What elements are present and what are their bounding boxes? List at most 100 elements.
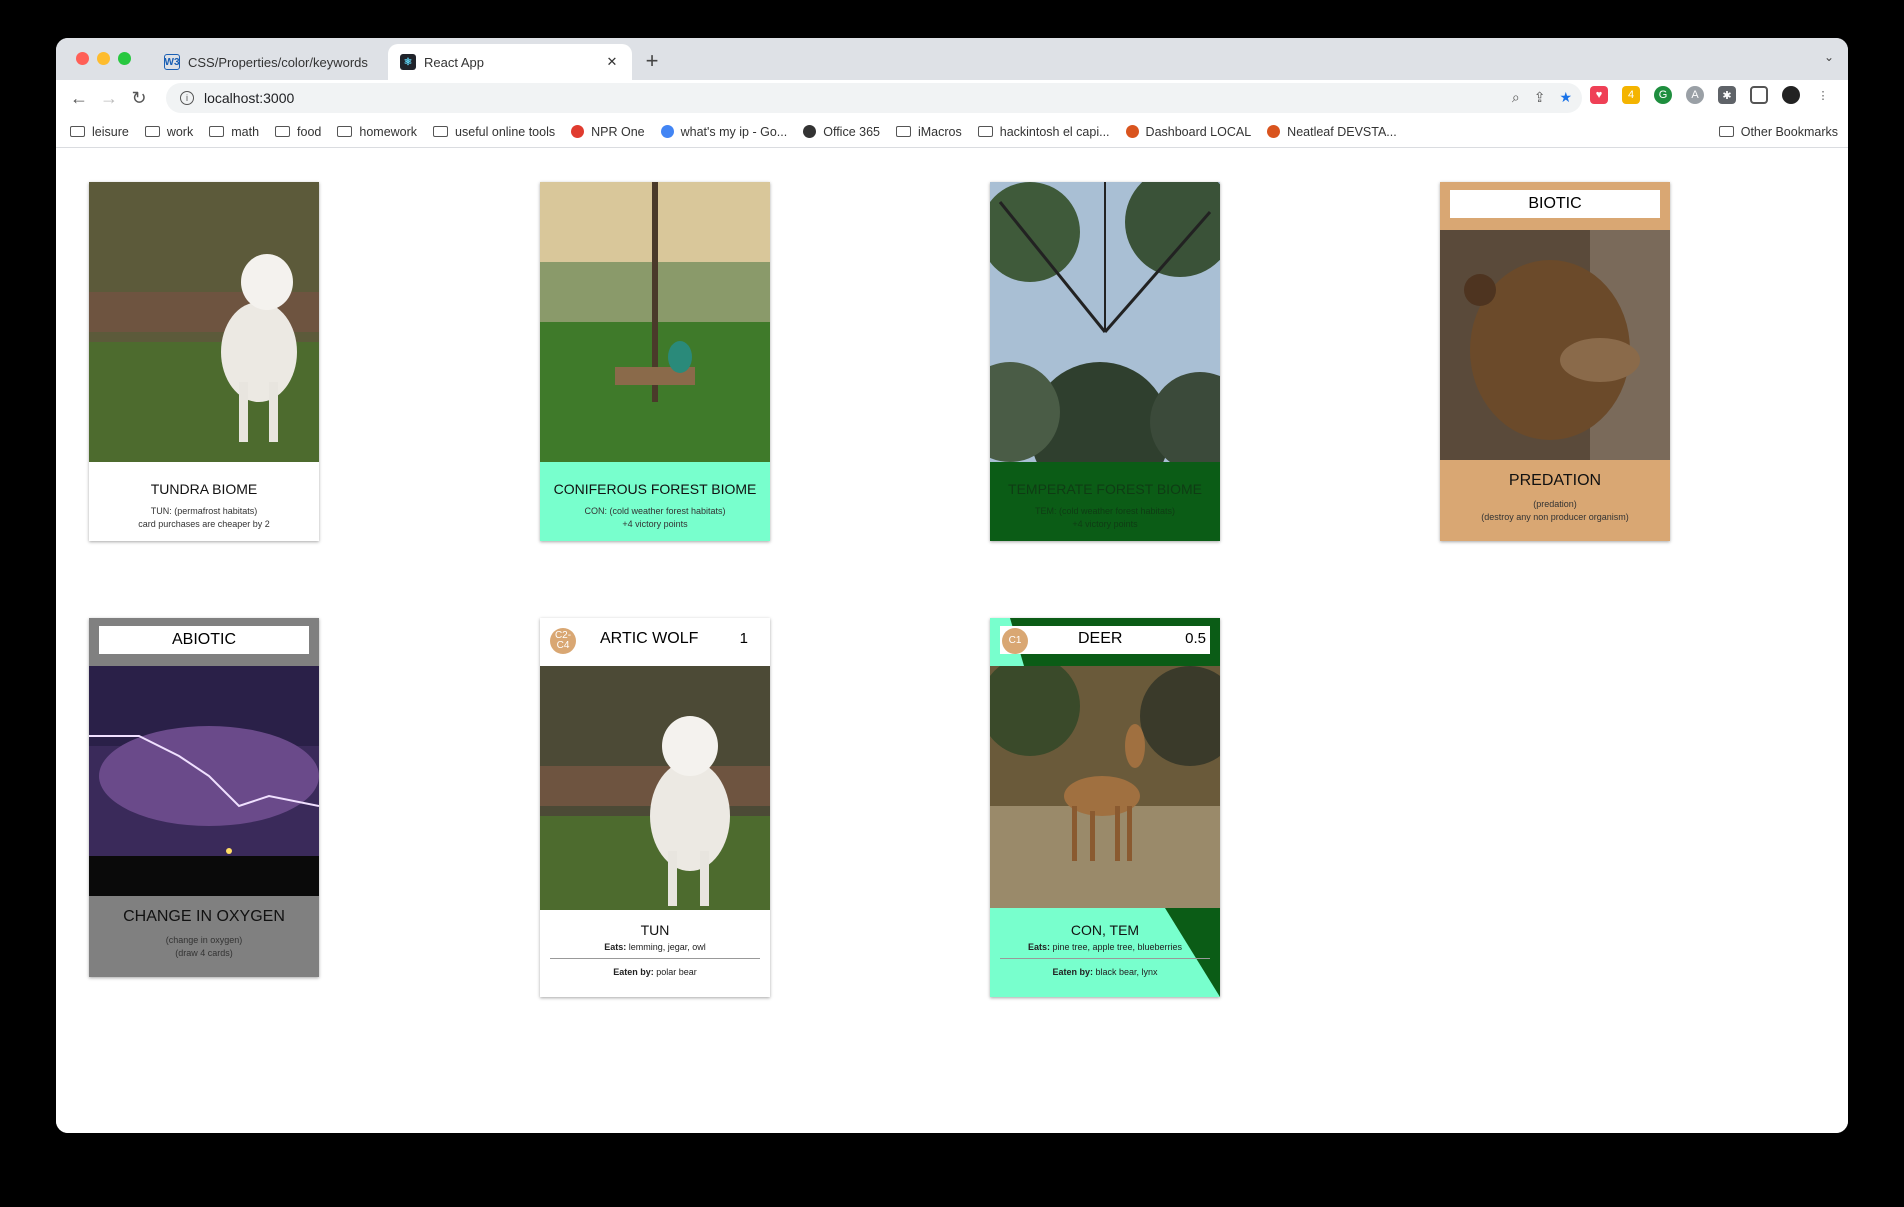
npr-icon <box>571 125 585 138</box>
bookmark-label: work <box>166 124 194 139</box>
folder-icon <box>1718 126 1734 137</box>
browser-window: W3 CSS/Properties/color/keywords ✕ ⚛ Rea… <box>56 38 1848 1133</box>
avatar[interactable] <box>1782 86 1800 104</box>
victory-points: 1 <box>739 630 748 647</box>
card-body: PREDATION (predation) (destroy any non p… <box>1440 472 1670 524</box>
tree-canopy-image <box>990 182 1220 502</box>
card-deer[interactable]: C1 DEER 0.5 CON, TEM Eats: pine tree, ap… <box>990 618 1220 997</box>
site-info-icon[interactable]: i <box>180 91 194 105</box>
react-icon: ⚛ <box>400 54 416 70</box>
bear-image <box>1440 230 1670 460</box>
bookmark-item[interactable]: food <box>275 125 321 139</box>
puzzle-icon[interactable]: ✱ <box>1718 86 1736 104</box>
card-title: CHANGE IN OXYGEN <box>123 908 285 925</box>
folder-icon <box>70 126 85 137</box>
card-tundra-biome[interactable]: TUNDRA BIOME TUN: (permafrost habitats) … <box>89 182 319 541</box>
bookmark-item[interactable]: Dashboard LOCAL <box>1125 124 1252 139</box>
card-title: TEMPERATE FOREST BIOME <box>1008 481 1202 497</box>
folder-icon <box>977 126 993 137</box>
bookmark-label: hackintosh el capi... <box>999 124 1110 139</box>
victory-points: 0.5 <box>1185 630 1206 647</box>
google-icon <box>660 125 674 138</box>
organism-name: DEER <box>1078 630 1123 647</box>
bookmark-label: iMacros <box>917 124 962 139</box>
card-body: TUN Eats: lemming, jegar, owl Eaten by: … <box>540 922 770 977</box>
cost-badge: C2-C4 <box>550 628 576 654</box>
bookmark-item[interactable]: homework <box>337 125 417 139</box>
eaten-by-value: polar bear <box>656 967 697 977</box>
bookmark-label: Neatleaf DEVSTA... <box>1287 124 1397 139</box>
bookmark-label: Office 365 <box>823 124 880 139</box>
card-title: CONIFEROUS FOREST BIOME <box>553 481 757 497</box>
card-description: (change in oxygen) (draw 4 cards) <box>89 934 319 960</box>
eats-value: pine tree, apple tree, blueberries <box>1052 942 1183 952</box>
card-temperate-forest-biome[interactable]: TEMPERATE FOREST BIOME TEM: (cold weathe… <box>990 182 1220 541</box>
pocket-icon[interactable]: ♥ <box>1590 86 1608 104</box>
forward-arrow-icon[interactable]: → <box>94 88 124 109</box>
bookmark-label: useful online tools <box>455 124 556 139</box>
folder-icon <box>337 126 353 137</box>
url-text: localhost:3000 <box>204 90 295 106</box>
minimize-window-button[interactable] <box>97 52 110 65</box>
habitat-label: CON, TEM <box>1070 922 1140 938</box>
sidebar-icon[interactable] <box>1750 86 1768 104</box>
bookmark-item[interactable]: Office 365 <box>803 125 880 139</box>
wolf-image <box>540 666 770 910</box>
back-arrow-icon[interactable]: ← <box>64 88 94 109</box>
folder-icon <box>275 126 291 137</box>
close-window-button[interactable] <box>76 52 89 65</box>
grammarly-icon[interactable]: G <box>1654 86 1672 104</box>
bookmark-label: math <box>231 124 260 139</box>
card-line-2: +4 victory points <box>622 519 688 529</box>
bookmark-item[interactable]: hackintosh el capi... <box>977 124 1110 139</box>
zoom-window-button[interactable] <box>118 52 131 65</box>
bookmark-item[interactable]: useful online tools <box>433 125 555 139</box>
card-change-in-oxygen[interactable]: ABIOTIC CHANGE IN OXYGEN (change in oxyg… <box>89 618 319 977</box>
card-body: CON, TEM Eats: pine tree, apple tree, bl… <box>990 922 1220 977</box>
bookmark-item[interactable]: math <box>209 125 259 139</box>
extension-badge-icon[interactable]: 4 <box>1622 86 1640 104</box>
bookmark-item[interactable]: what's my ip - Go... <box>660 125 787 139</box>
forest-valley-image <box>540 182 770 462</box>
folder-icon <box>209 126 225 137</box>
bookmark-star-icon[interactable]: ★ <box>1559 89 1572 106</box>
new-tab-button[interactable]: + <box>640 48 664 74</box>
bookmark-label: Dashboard LOCAL <box>1145 124 1252 139</box>
address-bar[interactable]: i localhost:3000 ⌕ ⇪ ★ <box>166 83 1582 113</box>
bookmark-label: leisure <box>92 124 129 139</box>
eaten-by-label: Eaten by: <box>1052 967 1093 977</box>
card-coniferous-forest-biome[interactable]: CONIFEROUS FOREST BIOME CON: (cold weath… <box>540 182 770 541</box>
card-title: PREDATION <box>1508 472 1602 489</box>
reload-icon[interactable]: ↻ <box>124 88 154 109</box>
card-line-1: (predation) <box>1533 499 1577 509</box>
card-predation[interactable]: BIOTIC PREDATION (predation) (destroy an… <box>1440 182 1670 541</box>
card-title: TUNDRA BIOME <box>150 481 258 497</box>
bookmark-item[interactable]: work <box>144 124 194 139</box>
more-menu-icon[interactable]: ⋮ <box>1814 86 1832 104</box>
overleaf-icon <box>1125 125 1139 138</box>
bookmark-item[interactable]: iMacros <box>895 124 962 139</box>
bookmark-item[interactable]: leisure <box>70 125 129 139</box>
adblock-icon[interactable]: A <box>1686 86 1704 104</box>
tab-search-chevron-icon[interactable]: ⌄ <box>1824 50 1834 64</box>
tab-react-app[interactable]: ⚛ React App ✕ <box>388 44 632 80</box>
card-description: TUN: (permafrost habitats) card purchase… <box>89 505 319 531</box>
overleaf-icon <box>1267 125 1281 138</box>
bookmark-item[interactable]: Neatleaf DEVSTA... <box>1267 125 1397 139</box>
card-line-1: (change in oxygen) <box>165 935 243 945</box>
other-bookmarks[interactable]: Other Bookmarks <box>1718 124 1838 139</box>
toolbar: ← → ↻ i localhost:3000 ⌕ ⇪ ★ ♥ 4 G A ✱ ⋮ <box>56 80 1848 116</box>
card-line-1: TEM: (cold weather forest habitats) <box>1034 506 1176 516</box>
zoom-icon[interactable]: ⌕ <box>1512 89 1520 106</box>
card-line-2: +4 victory points <box>1072 519 1138 529</box>
bookmark-item[interactable]: NPR One <box>571 125 645 139</box>
card-line-2: card purchases are cheaper by 2 <box>138 519 270 529</box>
other-bookmarks-label: Other Bookmarks <box>1740 124 1838 139</box>
bookmark-label: food <box>297 124 322 139</box>
eats-label: Eats: <box>604 942 627 952</box>
folder-icon <box>895 126 911 137</box>
card-artic-wolf[interactable]: C2-C4 ARTIC WOLF 1 TUN Eats: lemming, je… <box>540 618 770 997</box>
window-controls <box>76 52 131 65</box>
share-icon[interactable]: ⇪ <box>1534 89 1546 106</box>
close-tab-icon[interactable]: ✕ <box>604 54 620 70</box>
